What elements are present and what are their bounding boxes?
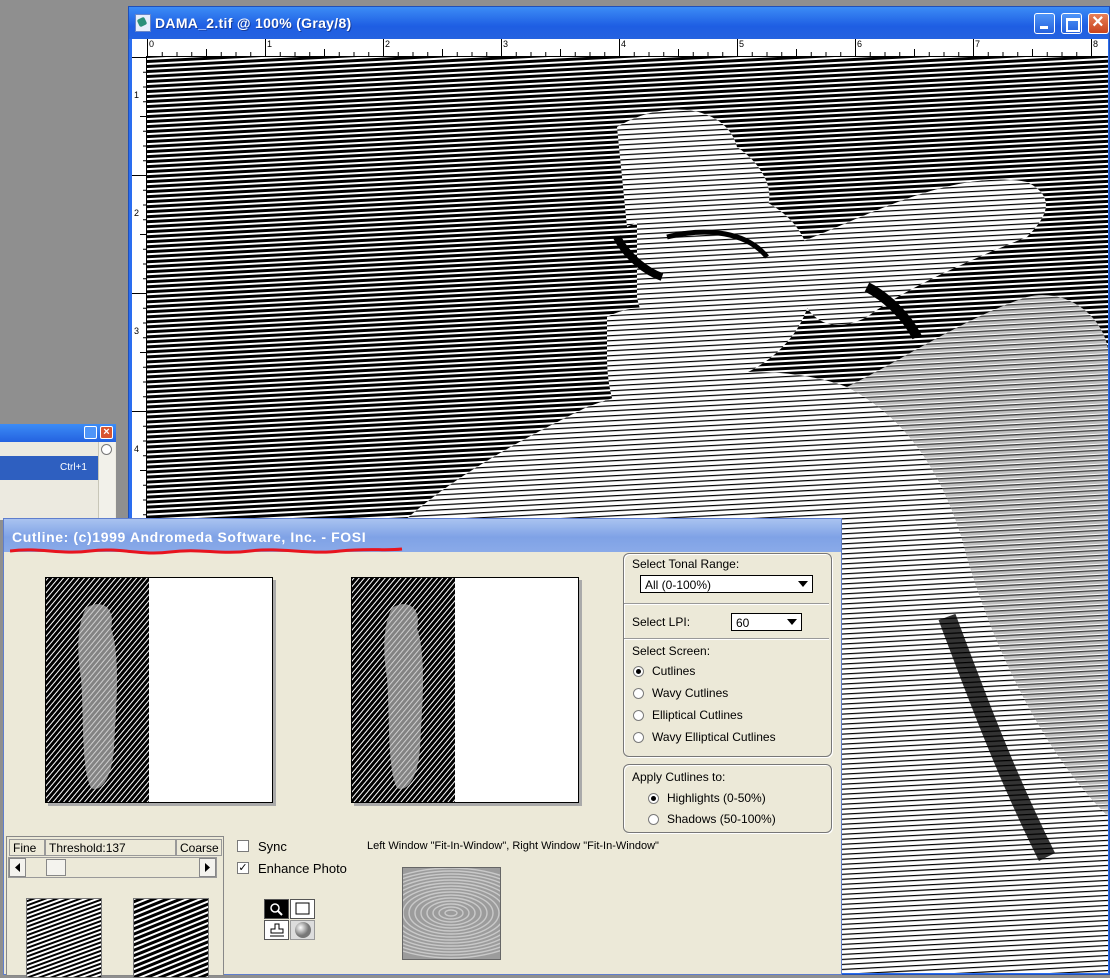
elliptical-pattern-image — [403, 868, 500, 959]
fine-sample-thumbnail — [26, 898, 102, 978]
ruler-horizontal-ticks — [147, 39, 1092, 56]
scroll-right-button[interactable] — [199, 858, 216, 877]
divider — [624, 638, 829, 640]
ruler-horizontal[interactable]: 0 1 2 3 4 5 6 7 8 — [132, 39, 1108, 57]
apply-label: Apply Cutlines to: — [632, 770, 726, 784]
screen-option-wavy-cutlines[interactable]: Wavy Cutlines — [633, 686, 823, 702]
ruler-top-label: 0 — [149, 39, 155, 49]
tool-palette — [264, 899, 316, 941]
ruler-top-label: 1 — [267, 39, 273, 49]
sphere-tool[interactable] — [290, 920, 315, 940]
screen-option-label: Wavy Cutlines — [652, 686, 729, 700]
fine-sample-image — [27, 899, 101, 977]
palette-minimize-button[interactable] — [84, 426, 97, 439]
screen-option-label: Cutlines — [652, 664, 696, 678]
right-preview-window[interactable] — [351, 577, 579, 803]
document-titlebar[interactable]: DAMA_2.tif @ 100% (Gray/8) — [129, 7, 1109, 39]
radio-icon[interactable] — [648, 793, 659, 804]
palette-close-button[interactable]: × — [100, 426, 113, 439]
triangle-right-icon — [205, 863, 210, 872]
screen-option-cutlines[interactable]: Cutlines — [633, 664, 823, 680]
coarse-sample-thumbnail — [133, 898, 209, 978]
zoom-tool[interactable] — [264, 899, 289, 919]
threshold-value: Threshold:137 — [45, 839, 176, 856]
sync-label: Sync — [258, 839, 287, 854]
palette-shortcut-text: Ctrl+1 — [60, 462, 87, 473]
cutline-title: Cutline: (c)1999 Andromeda Software, Inc… — [12, 529, 367, 545]
lpi-label: Select LPI: — [632, 615, 691, 629]
ruler-top-label: 4 — [621, 39, 627, 49]
fine-label: Fine — [9, 839, 45, 856]
lpi-dropdown[interactable]: 60 — [731, 613, 802, 631]
cutline-dialog: Cutline: (c)1999 Andromeda Software, Inc… — [3, 518, 842, 978]
coarse-sample-image — [134, 899, 208, 977]
triangle-left-icon — [15, 863, 20, 872]
maximize-button[interactable] — [1061, 13, 1082, 34]
ruler-top-label: 6 — [857, 39, 863, 49]
palette-scrollbar[interactable] — [98, 442, 115, 520]
ruler-left-label: 2 — [134, 208, 140, 218]
tonal-range-dropdown[interactable]: All (0-100%) — [640, 575, 813, 593]
ruler-top-label: 7 — [975, 39, 981, 49]
rectangle-select-icon — [295, 902, 310, 915]
magnifier-icon — [270, 903, 283, 916]
left-preview-image — [46, 578, 149, 802]
radio-icon[interactable] — [633, 666, 644, 677]
screen-option-wavy-elliptical-cutlines[interactable]: Wavy Elliptical Cutlines — [633, 730, 823, 746]
palette-titlebar[interactable]: × — [0, 424, 116, 442]
stamp-icon — [270, 923, 284, 937]
palette-panel: × Ctrl+1 — [0, 424, 116, 520]
sync-checkbox[interactable] — [237, 840, 249, 852]
document-title: DAMA_2.tif @ 100% (Gray/8) — [155, 15, 352, 31]
ruler-top-label: 8 — [1093, 39, 1099, 49]
ruler-left-label: 1 — [134, 90, 140, 100]
radio-icon[interactable] — [633, 732, 644, 743]
tonal-range-value: All (0-100%) — [645, 578, 712, 592]
scroll-left-button[interactable] — [9, 858, 26, 877]
red-underline-annotation — [10, 547, 403, 555]
coarse-label: Coarse — [176, 839, 222, 856]
chevron-down-icon — [798, 581, 808, 587]
right-preview-image — [352, 578, 455, 802]
screen-option-elliptical-cutlines[interactable]: Elliptical Cutlines — [633, 708, 823, 724]
screen-option-label: Elliptical Cutlines — [652, 708, 743, 722]
radio-icon[interactable] — [633, 710, 644, 721]
ruler-top-label: 2 — [385, 39, 391, 49]
screen-pattern-preview — [402, 867, 501, 960]
left-preview-window[interactable] — [45, 577, 273, 803]
close-button[interactable] — [1088, 11, 1109, 34]
divider — [624, 603, 829, 605]
chevron-down-icon — [787, 619, 797, 625]
apply-option-shadows[interactable]: Shadows (50-100%) — [648, 812, 818, 828]
apply-cutlines-group: Apply Cutlines to: Highlights (0-50%) Sh… — [623, 764, 832, 833]
settings-group: Select Tonal Range: All (0-100%) Select … — [623, 553, 832, 757]
threshold-slider-thumb[interactable] — [46, 859, 66, 876]
apply-option-label: Shadows (50-100%) — [667, 812, 776, 826]
window-info-text: Left Window "Fit-In-Window", Right Windo… — [367, 840, 659, 852]
palette-menu-icon[interactable] — [101, 444, 112, 455]
tonal-range-label: Select Tonal Range: — [632, 557, 740, 571]
ruler-left-label: 3 — [134, 326, 140, 336]
enhance-photo-label: Enhance Photo — [258, 861, 347, 876]
minimize-button[interactable] — [1034, 13, 1055, 34]
stamp-tool[interactable] — [264, 920, 289, 940]
radio-icon[interactable] — [648, 814, 659, 825]
threshold-slider[interactable] — [8, 857, 217, 878]
selection-tool[interactable] — [290, 899, 315, 919]
photoshop-document-icon — [135, 14, 151, 32]
screen-option-label: Wavy Elliptical Cutlines — [652, 730, 776, 744]
ruler-left-label: 4 — [134, 444, 140, 454]
apply-option-label: Highlights (0-50%) — [667, 791, 766, 805]
enhance-photo-checkbox[interactable]: ✓ — [237, 862, 249, 874]
ruler-top-label: 5 — [739, 39, 745, 49]
radio-icon[interactable] — [633, 688, 644, 699]
sync-checkbox-row[interactable]: Sync — [237, 839, 357, 855]
enhance-photo-checkbox-row[interactable]: ✓ Enhance Photo — [237, 861, 367, 877]
lpi-value: 60 — [736, 616, 750, 630]
sphere-icon — [295, 922, 311, 938]
apply-option-highlights[interactable]: Highlights (0-50%) — [648, 791, 818, 807]
ruler-top-label: 3 — [503, 39, 509, 49]
screen-label: Select Screen: — [632, 644, 711, 658]
